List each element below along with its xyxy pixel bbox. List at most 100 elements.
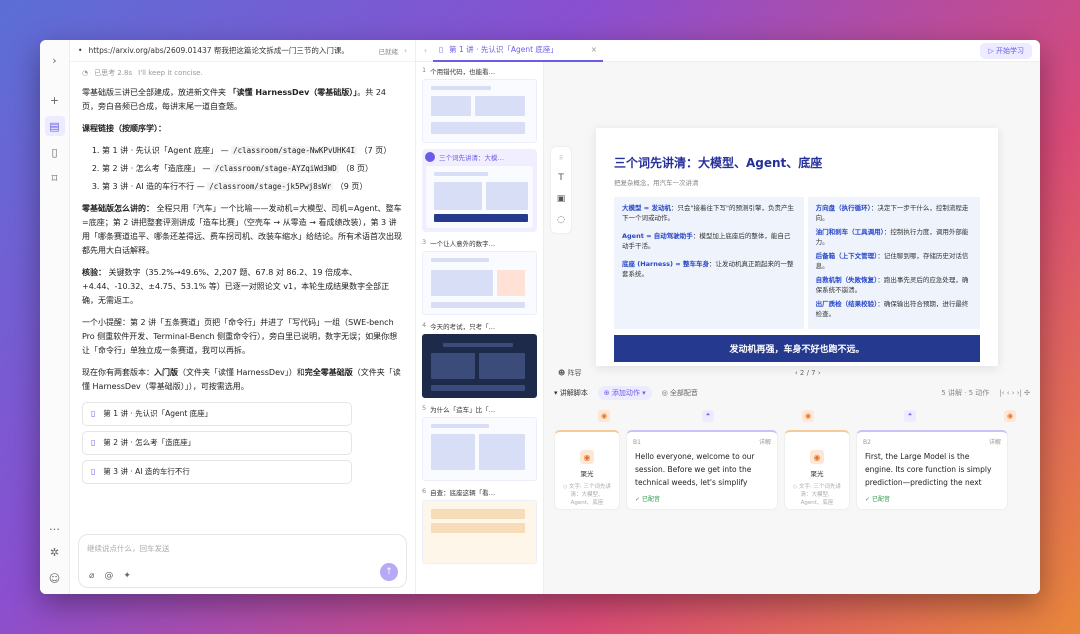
dub-label: 全部配音 <box>669 389 698 397</box>
url-bar: • https://arxiv.org/abs/2609.01437 帮我把这篇… <box>70 40 415 62</box>
add-action-button[interactable]: ⊕ 添加动作 ▾ <box>597 386 652 400</box>
thumb-num: 6 <box>422 487 427 495</box>
app-window: › + ▤ ▯ ⌑ … ✲ ☺ • https://arxiv.org/abs/… <box>40 40 1040 594</box>
sparkle-icon[interactable]: ✦ <box>123 571 131 581</box>
thumb-title: 为什么「造车」比「… <box>430 406 496 414</box>
card-edit[interactable]: 详解 <box>989 436 1001 449</box>
spotlight-icon[interactable]: ◉ <box>1004 410 1016 422</box>
chat-icon[interactable]: ▤ <box>44 116 65 136</box>
card-label: 第 2 讲 · 怎么考「造底座」 <box>103 438 196 447</box>
dub-all-button[interactable]: ◎ 全部配音 <box>662 388 698 398</box>
thumb-6[interactable]: 6 自查：底座这辆「看… <box>422 487 537 564</box>
p5-a: 现在你有两套版本： <box>82 368 154 377</box>
link-pages: （7 页） <box>359 146 392 155</box>
speech-icon[interactable]: ❝ <box>904 410 916 422</box>
term: 油门和刹车（工具调用） <box>815 228 884 236</box>
script-label: ▾ 讲解脚本 <box>554 389 588 397</box>
think-time: 已思考 2.8s <box>94 69 133 77</box>
url-text[interactable]: https://arxiv.org/abs/2609.01437 帮我把这篇论文… <box>88 45 372 56</box>
settings-icon[interactable]: ✲ <box>45 542 65 562</box>
term: 底座 (Harness) = 整车车身 <box>622 260 709 268</box>
close-icon[interactable]: × <box>591 45 597 54</box>
lesson-card-3[interactable]: ▯ 第 3 讲 · AI 造的车行不行 <box>82 460 352 484</box>
dot-icon: • <box>78 46 83 55</box>
narration-text[interactable]: Hello everyone, welcome to our session. … <box>635 450 769 489</box>
list-item: 第 3 讲 · AI 造的车行不行 — /classroom/stage-jk5… <box>102 180 403 194</box>
slide-title: 三个词先讲清：大模型、Agent、底座 <box>614 156 823 170</box>
thumb-num: 3 <box>422 238 427 246</box>
thumb-3[interactable]: 3 一个让人意外的数字… <box>422 238 537 315</box>
image-icon[interactable]: ▣ <box>557 194 566 204</box>
list-item: 方向盘（执行循环）：决定下一步干什么，控制流程走向。 <box>816 203 972 223</box>
lesson-card-1[interactable]: ▯ 第 1 讲 · 先认识「Agent 底座」 <box>82 402 352 426</box>
start-learning-button[interactable]: ▷ 开始学习 <box>980 42 1032 59</box>
page-indicator: 2 / 7 <box>799 369 816 377</box>
link-path[interactable]: /classroom/stage-NwKPvUHK4I <box>231 146 358 155</box>
card-label: 聚光 <box>810 470 824 478</box>
term: 自救机制（失败恢复） <box>815 276 878 284</box>
narration-text[interactable]: First, the Large Model is the engine. It… <box>865 450 999 489</box>
links-title: 课程链接（按顺序学）： <box>82 124 166 133</box>
thumb-5[interactable]: 5 为什么「造车」比「… <box>422 404 537 481</box>
mention-icon[interactable]: @ <box>104 571 113 581</box>
think-indicator[interactable]: ◔ 已思考 2.8s I'll keep it concise. <box>82 66 403 80</box>
card-edit[interactable]: 详解 <box>759 436 771 449</box>
thumb-num: 2 <box>425 152 435 162</box>
spotlight-card[interactable]: ◉ 聚光 ◇ 文字: 三个词先讲清：大模型、Agent、底座 <box>784 430 850 510</box>
thumb-4[interactable]: 4 今天的考试，只考「… <box>422 321 537 398</box>
approach-paragraph: 零基础版怎么讲的： 全程只用「汽车」一个比喻——发动机=大模型、司机=Agent… <box>82 202 403 258</box>
speech-icon[interactable]: ❝ <box>702 410 714 422</box>
stage-panel: ‹ ▯ 第 1 讲 · 先认识「Agent 底座」 × ▷ 开始学习 1 个用错代码，… <box>416 40 1040 594</box>
book-icon: ▯ <box>91 409 96 418</box>
bookmark-icon[interactable]: ⌑ <box>45 168 65 188</box>
lesson-card-2[interactable]: ▯ 第 2 讲 · 怎么考「造底座」 <box>82 431 352 455</box>
text-icon[interactable]: T <box>558 173 564 183</box>
link-path[interactable]: /classroom/stage-AYZqiWd3WD <box>212 164 339 173</box>
verify-paragraph: 核验： 关键数字（35.2%→49.6%、2,207 题、67.8 对 86.2… <box>82 266 403 308</box>
book-icon: ▯ <box>91 438 96 447</box>
narration-card-2[interactable]: B2 详解 First, the Large Model is the engine… <box>856 430 1008 510</box>
dubbed-status: ✓ 已配音 <box>865 496 890 503</box>
slide-preview[interactable]: 三个词先讲清：大模型、Agent、底座 把复杂概念，用汽车一次讲清 大模型 = … <box>596 128 998 366</box>
chevron-left-icon[interactable]: ‹ <box>404 46 407 55</box>
p5-c: （文件夹「读懂 HarnessDev」）和 <box>178 368 305 377</box>
spotlight-icon: ◉ <box>810 450 824 464</box>
thumb-1[interactable]: 1 个用错代码，也能看… <box>422 66 537 143</box>
add-label: 添加动作 <box>611 389 640 397</box>
attach-icon[interactable]: ⌀ <box>89 571 94 581</box>
spotlight-card[interactable]: ◉ 聚光 ◇ 文字: 三个词先讲清：大模型、Agent、底座 <box>554 430 620 510</box>
book-icon[interactable]: ▯ <box>45 142 65 162</box>
timeline-markers: ◉ ❝ ◉ ❝ ◉ <box>554 408 1030 424</box>
list-item: 第 2 讲 · 怎么考「造底座」 — /classroom/stage-AYZq… <box>102 162 403 176</box>
list-item: 第 1 讲 · 先认识「Agent 底座」 — /classroom/stage… <box>102 144 403 158</box>
spotlight-icon: ◉ <box>580 450 594 464</box>
dubbed-label: 已配音 <box>871 496 890 503</box>
folder-name: 「读懂 HarnessDev（零基础版）」 <box>228 88 358 97</box>
learn-label: 开始学习 <box>996 46 1024 55</box>
spotlight-icon[interactable]: ◉ <box>802 410 814 422</box>
link-title: 第 2 讲 · 怎么考「造底座」 — <box>102 164 211 173</box>
new-chat-icon[interactable]: + <box>45 90 65 110</box>
nav-icons[interactable]: |‹ ‹ › ›| ✣ <box>999 389 1030 397</box>
more-icon[interactable]: … <box>45 516 65 536</box>
shape-icon[interactable]: ◌ <box>557 215 565 225</box>
thumb-2[interactable]: 2 三个词先讲清：大模… <box>422 149 537 232</box>
cast-button[interactable]: ☻ 阵容 <box>558 368 582 378</box>
link-title: 第 1 讲 · 先认识「Agent 底座」 — <box>102 146 229 155</box>
think-note: I'll keep it concise. <box>138 69 203 77</box>
p3-text: 关键数字（35.2%→49.6%、2,207 题、67.8 对 86.2、19 … <box>82 268 390 305</box>
message-composer[interactable]: 继续说点什么，回车发送 ⌀ @ ✦ ↑ <box>78 534 407 588</box>
link-path[interactable]: /classroom/stage-jk5Pwj8sWr <box>207 182 334 191</box>
send-button[interactable]: ↑ <box>380 563 398 581</box>
link-title: 第 3 讲 · AI 造的车行不行 — <box>102 182 205 191</box>
chevron-right-icon[interactable]: › <box>816 369 821 377</box>
chevron-left-icon[interactable]: ‹ <box>424 46 427 55</box>
slide-banner: 发动机再强，车身不好也跑不远。 <box>614 335 980 362</box>
user-icon[interactable]: ☺ <box>45 568 65 588</box>
spotlight-icon[interactable]: ◉ <box>598 410 610 422</box>
grip-icon[interactable]: ⠿ <box>559 155 563 162</box>
narration-card-1[interactable]: B1 详解 Hello everyone, welcome to our sessi… <box>626 430 778 510</box>
composer-tools: ⌀ @ ✦ <box>89 571 131 581</box>
tab-lesson-1[interactable]: ▯ 第 1 讲 · 先认识「Agent 底座」 × <box>433 40 603 62</box>
collapse-icon[interactable]: › <box>45 50 65 70</box>
